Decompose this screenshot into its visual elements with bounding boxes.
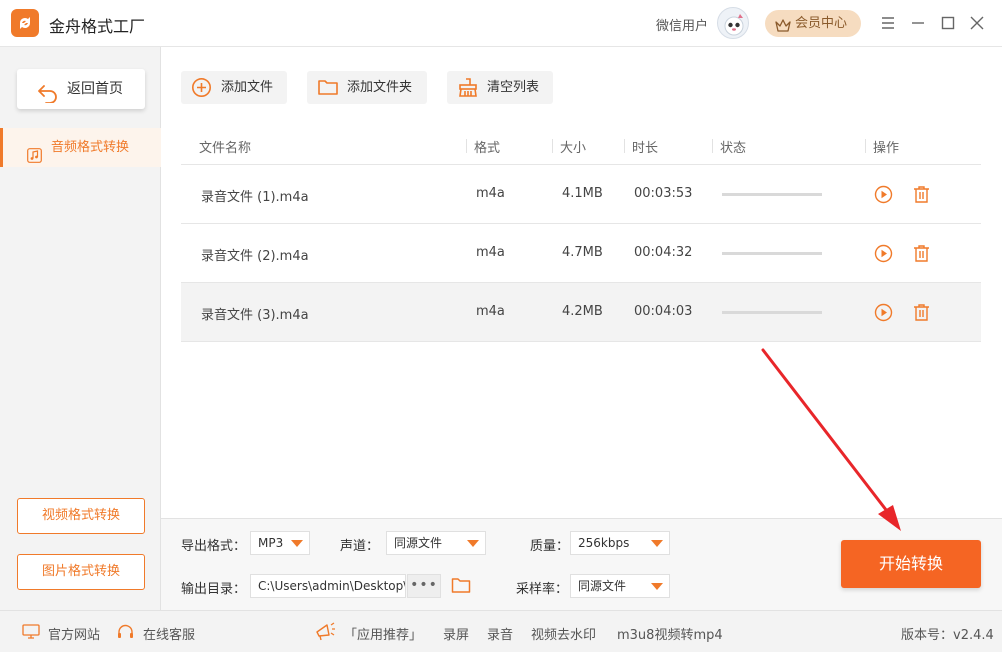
chevron-down-icon	[651, 583, 663, 590]
output-dir-input[interactable]: C:\Users\admin\Desktop\	[250, 574, 406, 598]
chevron-down-icon	[651, 540, 663, 547]
file-size: 4.1MB	[562, 186, 603, 201]
channel-label: 声道：	[340, 539, 380, 554]
open-folder-icon[interactable]	[451, 576, 471, 598]
menu-icon[interactable]	[878, 13, 898, 33]
megaphone-icon	[314, 621, 336, 645]
channel-select[interactable]: 同源文件	[386, 531, 486, 555]
chevron-down-icon	[291, 540, 303, 547]
footer: 官方网站 在线客服 「应用推荐」 录屏 录音 视频去水印 m3u8视频转mp4 …	[0, 610, 1002, 652]
quality-select[interactable]: 256kbps	[570, 531, 670, 555]
table-row[interactable]: 录音文件 (3).m4a m4a 4.2MB 00:04:03	[181, 283, 981, 342]
member-center-label: 会员中心	[795, 16, 848, 31]
play-icon[interactable]	[874, 303, 893, 326]
column-separator	[466, 139, 467, 153]
sidebar: 返回首页 音频格式转换 视频格式转换 图片格式转换	[0, 47, 161, 610]
start-convert-button[interactable]: 开始转换	[841, 540, 981, 588]
maximize-icon[interactable]	[938, 13, 958, 33]
file-size: 4.7MB	[562, 245, 603, 260]
image-convert-button[interactable]: 图片格式转换	[17, 554, 145, 590]
play-icon[interactable]	[874, 244, 893, 267]
broom-icon	[457, 77, 479, 111]
audio-record-link[interactable]: 录音	[487, 624, 513, 643]
column-header-format: 格式	[474, 141, 501, 156]
sample-rate-select[interactable]: 同源文件	[570, 574, 670, 598]
play-icon[interactable]	[874, 185, 893, 208]
delete-icon[interactable]	[912, 244, 931, 267]
export-format-label: 导出格式：	[181, 539, 247, 554]
channel-value: 同源文件	[394, 536, 443, 550]
add-folder-button[interactable]: 添加文件夹	[307, 71, 427, 104]
output-settings-panel: 导出格式： MP3 声道： 同源文件 质量： 256kbps 输出目录： C:\…	[161, 518, 1002, 610]
column-header-status: 状态	[720, 141, 747, 156]
column-separator	[865, 139, 866, 153]
m3u8-convert-link[interactable]: m3u8视频转mp4	[617, 624, 723, 643]
folder-icon	[317, 77, 339, 110]
table-row[interactable]: 录音文件 (2).m4a m4a 4.7MB 00:04:32	[181, 224, 981, 283]
official-website-link[interactable]: 官方网站	[48, 624, 100, 643]
music-note-icon	[27, 140, 42, 179]
file-format: m4a	[476, 245, 505, 260]
add-folder-label: 添加文件夹	[347, 80, 413, 95]
file-duration: 00:04:32	[634, 245, 693, 260]
version-label: 版本号：v2.4.4	[901, 628, 994, 643]
back-home-button[interactable]: 返回首页	[17, 69, 145, 109]
file-format: m4a	[476, 304, 505, 319]
member-center-button[interactable]: 会员中心	[765, 10, 861, 37]
user-name[interactable]: 微信用户	[656, 15, 708, 34]
back-arrow-icon	[37, 79, 59, 119]
file-duration: 00:03:53	[634, 186, 693, 201]
column-separator	[552, 139, 553, 153]
export-format-select[interactable]: MP3	[250, 531, 310, 555]
crown-icon	[775, 16, 791, 43]
chevron-down-icon	[467, 540, 479, 547]
status-progress-bar	[722, 252, 822, 255]
file-duration: 00:04:03	[634, 304, 693, 319]
clear-list-button[interactable]: 清空列表	[447, 71, 553, 104]
app-recommend-link[interactable]: 「应用推荐」	[344, 624, 422, 643]
browse-more-button[interactable]: •••	[407, 574, 441, 598]
sidebar-item-audio-convert[interactable]: 音频格式转换	[0, 128, 161, 167]
status-progress-bar	[722, 311, 822, 314]
column-header-size: 大小	[560, 141, 587, 156]
minimize-icon[interactable]	[908, 13, 928, 33]
file-size: 4.2MB	[562, 304, 603, 319]
online-service-link[interactable]: 在线客服	[143, 624, 195, 643]
app-title: 金舟格式工厂	[49, 17, 146, 36]
column-separator	[624, 139, 625, 153]
screen-record-link[interactable]: 录屏	[443, 624, 469, 643]
sidebar-item-label: 音频格式转换	[51, 140, 130, 155]
export-format-value: MP3	[258, 536, 284, 550]
column-header-duration: 时长	[632, 141, 659, 156]
table-row[interactable]: 录音文件 (1).m4a m4a 4.1MB 00:03:53	[181, 165, 981, 224]
title-bar: 金舟格式工厂 微信用户 会员中心	[0, 0, 1002, 47]
add-file-label: 添加文件	[221, 80, 274, 95]
delete-icon[interactable]	[912, 185, 931, 208]
file-format: m4a	[476, 186, 505, 201]
clear-list-label: 清空列表	[487, 80, 540, 95]
headset-icon	[117, 624, 134, 644]
quality-label: 质量：	[530, 539, 570, 554]
output-dir-label: 输出目录：	[181, 582, 247, 597]
close-icon[interactable]	[967, 13, 987, 33]
file-name: 录音文件 (2).m4a	[201, 249, 309, 264]
add-circle-icon	[191, 77, 212, 111]
quality-value: 256kbps	[578, 536, 630, 550]
file-name: 录音文件 (1).m4a	[201, 190, 309, 205]
avatar[interactable]	[717, 7, 749, 39]
column-separator	[712, 139, 713, 153]
add-file-button[interactable]: 添加文件	[181, 71, 287, 104]
sample-rate-value: 同源文件	[578, 579, 627, 593]
back-home-label: 返回首页	[67, 81, 123, 97]
website-icon	[22, 624, 40, 643]
app-logo-icon	[11, 9, 39, 37]
status-progress-bar	[722, 193, 822, 196]
sample-rate-label: 采样率：	[516, 582, 569, 597]
column-header-name: 文件名称	[199, 141, 252, 156]
watermark-remove-link[interactable]: 视频去水印	[531, 624, 596, 643]
file-name: 录音文件 (3).m4a	[201, 308, 309, 323]
video-convert-button[interactable]: 视频格式转换	[17, 498, 145, 534]
column-header-actions: 操作	[873, 141, 900, 156]
delete-icon[interactable]	[912, 303, 931, 326]
